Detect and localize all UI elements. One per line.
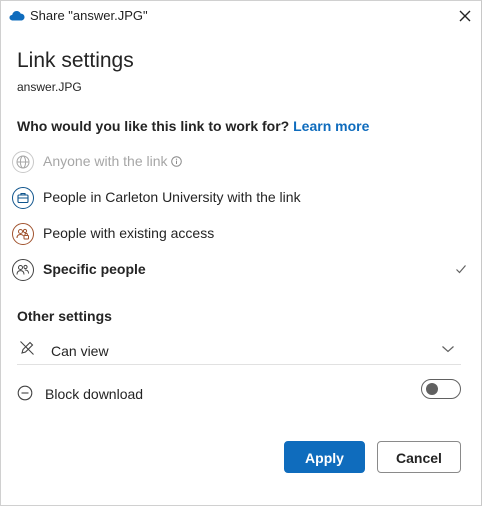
minus-circle-icon xyxy=(17,385,33,401)
title-bar: Share "answer.JPG" xyxy=(1,1,481,31)
permission-label: Can view xyxy=(51,343,109,359)
close-icon[interactable] xyxy=(456,7,474,25)
option-existing-access[interactable]: People with existing access xyxy=(9,217,471,251)
window-title: Share "answer.JPG" xyxy=(30,8,148,23)
option-people-in-org[interactable]: People in Carleton University with the l… xyxy=(9,181,471,215)
people-icon xyxy=(12,259,34,281)
option-label: Anyone with the link xyxy=(43,153,182,169)
onedrive-cloud-icon xyxy=(9,11,25,21)
option-label: People in Carleton University with the l… xyxy=(43,189,301,205)
file-name: answer.JPG xyxy=(17,80,82,94)
option-label: Specific people xyxy=(43,261,146,277)
checkmark-icon xyxy=(456,265,466,274)
permission-dropdown[interactable]: Can view xyxy=(17,334,461,365)
option-label: People with existing access xyxy=(43,225,215,241)
briefcase-icon xyxy=(12,187,34,209)
learn-more-link[interactable]: Learn more xyxy=(293,118,369,134)
people-lock-icon xyxy=(12,223,34,245)
chevron-down-icon xyxy=(442,346,454,353)
globe-icon xyxy=(12,151,34,173)
other-settings-title: Other settings xyxy=(17,308,112,324)
pencil-off-icon xyxy=(20,341,34,355)
block-download-label: Block download xyxy=(45,386,144,402)
option-anyone-with-link[interactable]: Anyone with the link xyxy=(9,145,471,179)
audience-question-text: Who would you like this link to work for… xyxy=(17,118,290,134)
block-download-row: Block download xyxy=(17,379,461,409)
audience-question: Who would you like this link to work for… xyxy=(17,118,369,134)
share-dialog: Share "answer.JPG" Link settings answer.… xyxy=(0,0,482,506)
cancel-button[interactable]: Cancel xyxy=(377,441,461,473)
page-title: Link settings xyxy=(17,49,134,72)
toggle-knob xyxy=(426,383,438,395)
apply-button[interactable]: Apply xyxy=(284,441,365,473)
info-icon[interactable] xyxy=(170,156,182,167)
option-specific-people[interactable]: Specific people xyxy=(9,253,471,287)
block-download-toggle[interactable] xyxy=(421,379,461,399)
